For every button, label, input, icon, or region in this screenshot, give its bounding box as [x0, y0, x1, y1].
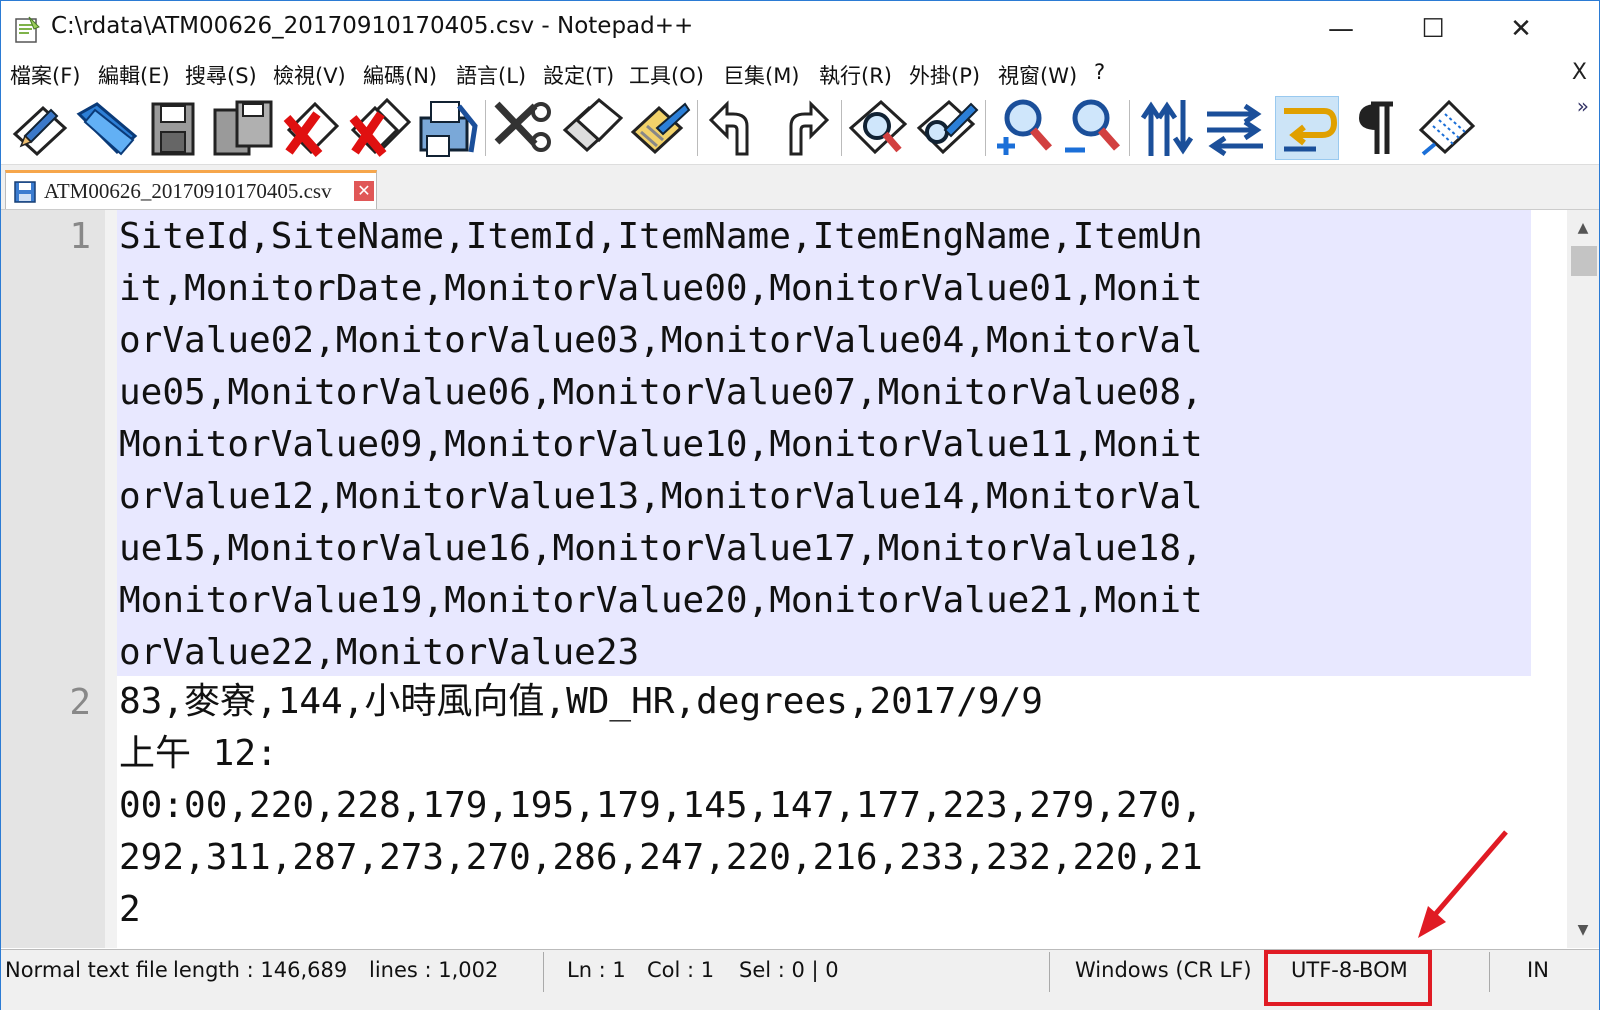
copy-icon[interactable]: [559, 96, 624, 160]
status-lines: lines : 1,002: [369, 958, 499, 982]
menu-language[interactable]: 語言(L): [456, 60, 526, 90]
menu-tools[interactable]: 工具(O): [629, 60, 704, 90]
code-row: 上午 12:: [119, 733, 278, 774]
line-number: 1: [69, 216, 91, 257]
scroll-up-arrow-icon[interactable]: ▲: [1567, 220, 1599, 236]
indent-guide-icon[interactable]: [1413, 96, 1477, 160]
cut-icon[interactable]: [491, 96, 555, 160]
toolbar-separator: [1129, 100, 1130, 156]
tab-close-icon[interactable]: ✕: [354, 181, 374, 201]
menu-search[interactable]: 搜尋(S): [185, 60, 257, 90]
status-separator: [1049, 952, 1050, 992]
status-selection: Sel : 0 | 0: [739, 958, 839, 982]
line-number: 2: [69, 682, 91, 723]
code-row: 00:00,220,228,179,195,179,145,147,177,22…: [119, 785, 1203, 826]
status-column-position: Col : 1: [647, 958, 715, 982]
save-icon[interactable]: [143, 96, 207, 160]
scrollbar-thumb[interactable]: [1571, 246, 1597, 276]
encoding-highlight-box: [1264, 950, 1432, 1006]
save-all-icon[interactable]: [211, 96, 275, 160]
status-length: length : 146,689: [173, 958, 348, 982]
open-folder-icon[interactable]: [75, 96, 139, 160]
close-all-icon[interactable]: [347, 96, 412, 160]
print-icon[interactable]: [415, 96, 479, 160]
code-row: MonitorValue19,MonitorValue20,MonitorVal…: [119, 580, 1203, 621]
window-title: C:\rdata\ATM00626_20170910170405.csv - N…: [51, 13, 694, 39]
zoom-out-icon[interactable]: [1059, 96, 1123, 160]
sync-vertical-scroll-icon[interactable]: [1135, 96, 1199, 160]
close-window-button[interactable]: ✕: [1481, 1, 1561, 57]
notepadpp-app-icon: [15, 16, 40, 43]
menu-run[interactable]: 執行(R): [819, 60, 892, 90]
status-eol-format[interactable]: Windows (CR LF): [1075, 958, 1252, 982]
menu-macro[interactable]: 巨集(M): [723, 60, 800, 90]
menu-edit[interactable]: 編輯(E): [98, 60, 170, 90]
close-document-x[interactable]: X: [1572, 60, 1587, 85]
toolbar: »: [1, 94, 1599, 165]
code-row: it,MonitorDate,MonitorValue00,MonitorVal…: [119, 268, 1203, 309]
saved-file-icon: [14, 181, 36, 203]
code-row: orValue12,MonitorValue13,MonitorValue14,…: [119, 476, 1203, 517]
tab-bar: ATM00626_20170910170405.csv ✕: [1, 165, 1599, 210]
menu-help[interactable]: ?: [1094, 60, 1105, 84]
close-file-icon[interactable]: [279, 96, 343, 160]
menu-settings[interactable]: 設定(T): [543, 60, 614, 90]
undo-icon[interactable]: [703, 96, 767, 160]
status-line-position: Ln : 1: [567, 958, 626, 982]
editor-area[interactable]: 1 2 SiteId,SiteName,ItemId,ItemName,Item…: [1, 210, 1599, 948]
code-row: ue15,MonitorValue16,MonitorValue17,Monit…: [119, 528, 1203, 569]
toolbar-separator: [485, 100, 486, 156]
code-row: orValue22,MonitorValue23: [119, 632, 640, 673]
menu-bar: 檔案(F) 編輯(E) 搜尋(S) 檢視(V) 編碼(N) 語言(L) 設定(T…: [1, 58, 1599, 94]
fold-margin: [105, 210, 117, 948]
zoom-in-icon[interactable]: [991, 96, 1055, 160]
code-row: SiteId,SiteName,ItemId,ItemName,ItemEngN…: [119, 216, 1203, 257]
menu-encoding[interactable]: 編碼(N): [363, 60, 437, 90]
toolbar-separator: [841, 100, 842, 156]
title-bar: C:\rdata\ATM00626_20170910170405.csv - N…: [1, 1, 1599, 57]
tab-label: ATM00626_20170910170405.csv: [44, 179, 332, 203]
code-row: 2: [119, 889, 141, 930]
scroll-down-arrow-icon[interactable]: ▼: [1567, 922, 1599, 938]
vertical-scrollbar[interactable]: ▲ ▼: [1567, 210, 1599, 948]
menu-window[interactable]: 視窗(W): [998, 60, 1077, 90]
line-number-gutter: [1, 210, 105, 948]
status-separator: [1489, 952, 1490, 992]
toolbar-separator: [697, 100, 698, 156]
sync-horizontal-scroll-icon[interactable]: [1203, 96, 1267, 160]
menu-view[interactable]: 檢視(V): [273, 60, 346, 90]
find-icon[interactable]: [847, 96, 911, 160]
code-row: 83,麥寮,144,小時風向值,WD_HR,degrees,2017/9/9: [119, 681, 1043, 722]
word-wrap-icon[interactable]: [1275, 96, 1339, 160]
new-file-icon[interactable]: [7, 96, 71, 160]
redo-icon[interactable]: [771, 96, 835, 160]
maximize-button[interactable]: ☐: [1393, 1, 1473, 57]
code-row: MonitorValue09,MonitorValue10,MonitorVal…: [119, 424, 1203, 465]
minimize-button[interactable]: —: [1301, 1, 1381, 57]
show-all-characters-icon[interactable]: [1347, 96, 1411, 160]
status-insert-mode: IN: [1527, 958, 1549, 982]
code-row: ue05,MonitorValue06,MonitorValue07,Monit…: [119, 372, 1203, 413]
toolbar-separator: [985, 100, 986, 156]
replace-icon[interactable]: [915, 96, 979, 160]
menu-plugins[interactable]: 外掛(P): [909, 60, 980, 90]
code-row: 292,311,287,273,270,286,247,220,216,233,…: [119, 837, 1203, 878]
tab-document[interactable]: ATM00626_20170910170405.csv ✕: [5, 170, 377, 209]
status-separator: [543, 952, 544, 992]
menu-file[interactable]: 檔案(F): [10, 60, 80, 90]
status-file-type: Normal text file: [5, 958, 168, 982]
toolbar-overflow-chevron[interactable]: »: [1577, 94, 1589, 118]
paste-icon[interactable]: [627, 96, 691, 160]
code-row: orValue02,MonitorValue03,MonitorValue04,…: [119, 320, 1203, 361]
